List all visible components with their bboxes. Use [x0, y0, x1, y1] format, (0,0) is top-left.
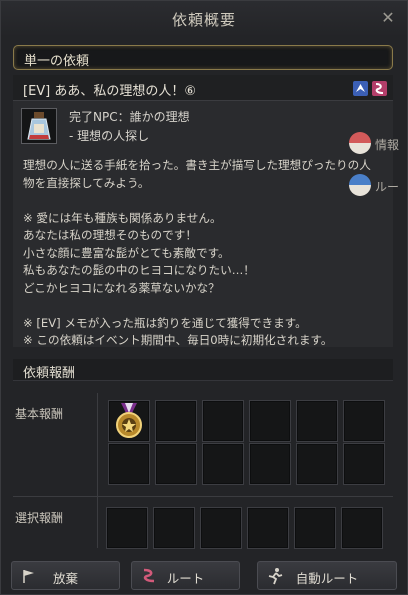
abandon-button[interactable]: 放棄	[11, 561, 120, 590]
reward-slot-empty[interactable]	[296, 400, 338, 442]
route-button[interactable]: ルート	[131, 561, 240, 590]
select-reward-slot[interactable]	[200, 507, 242, 549]
reward-slot-empty[interactable]	[108, 443, 150, 485]
window-title: 依頼概要	[171, 11, 236, 29]
reward-slot-medal[interactable]	[108, 400, 150, 442]
medal-icon	[116, 403, 142, 438]
quest-summary-window: 依頼概要 ✕ 単一の依頼 [EV] ああ、私の理想の人！⑥ 完了NPC：誰かの理…	[0, 0, 408, 595]
quest-category-label: 単一の依頼	[24, 54, 90, 69]
select-reward-slot[interactable]	[294, 507, 336, 549]
reward-slot-empty[interactable]	[296, 443, 338, 485]
reward-slot-empty[interactable]	[343, 400, 385, 442]
reward-slot-empty[interactable]	[249, 400, 291, 442]
select-reward-slot[interactable]	[247, 507, 289, 549]
select-reward-label: 選択報酬	[15, 511, 64, 525]
auto-route-button-label: 自動ルート	[295, 571, 359, 586]
reward-slot-empty[interactable]	[202, 443, 244, 485]
quest-target-text: - 理想の人探し	[69, 129, 150, 143]
title-bar: 依頼概要 ✕	[1, 1, 407, 37]
info-side-button[interactable]: 情報	[347, 132, 407, 156]
route-side-button[interactable]: ルー	[347, 174, 407, 198]
rewards-header-label: 依頼報酬	[23, 366, 76, 381]
info-side-label: 情報	[375, 138, 400, 152]
select-reward-slot[interactable]	[341, 507, 383, 549]
reward-slot-empty[interactable]	[155, 443, 197, 485]
quest-item-image	[21, 108, 57, 144]
quest-title: [EV] ああ、私の理想の人！⑥	[23, 84, 197, 99]
quest-category-bar: 単一の依頼	[13, 45, 393, 70]
reward-slot-empty[interactable]	[343, 443, 385, 485]
reward-slot-empty[interactable]	[202, 400, 244, 442]
abandon-button-label: 放棄	[52, 571, 78, 586]
complete-npc-text: 完了NPC：誰かの理想	[69, 110, 190, 124]
route-button-label: ルート	[166, 571, 205, 586]
route-ball-icon	[349, 174, 371, 196]
basic-reward-label: 基本報酬	[15, 407, 64, 421]
reward-slot-empty[interactable]	[155, 400, 197, 442]
reward-row-divider	[13, 496, 393, 497]
reward-divider	[97, 393, 98, 548]
quest-panel: [EV] ああ、私の理想の人！⑥ 完了NPC：誰かの理想 - 理想の人探し 理想…	[13, 75, 393, 347]
select-reward-slot[interactable]	[153, 507, 195, 549]
quest-description: 理想の人に送る手紙を拾った。書き主が描写した理想ぴったりの人 物を直接探してみよ…	[23, 158, 371, 347]
navigate-icon[interactable]	[353, 81, 368, 96]
info-icon	[349, 132, 371, 154]
auto-route-button[interactable]: 自動ルート	[257, 561, 397, 590]
route-icon[interactable]	[372, 81, 387, 96]
select-reward-slot[interactable]	[106, 507, 148, 549]
close-icon[interactable]: ✕	[379, 9, 397, 27]
route-side-label: ルー	[375, 180, 400, 194]
rewards-header: 依頼報酬	[13, 359, 393, 381]
quest-header: [EV] ああ、私の理想の人！⑥	[13, 75, 393, 101]
reward-slot-empty[interactable]	[249, 443, 291, 485]
